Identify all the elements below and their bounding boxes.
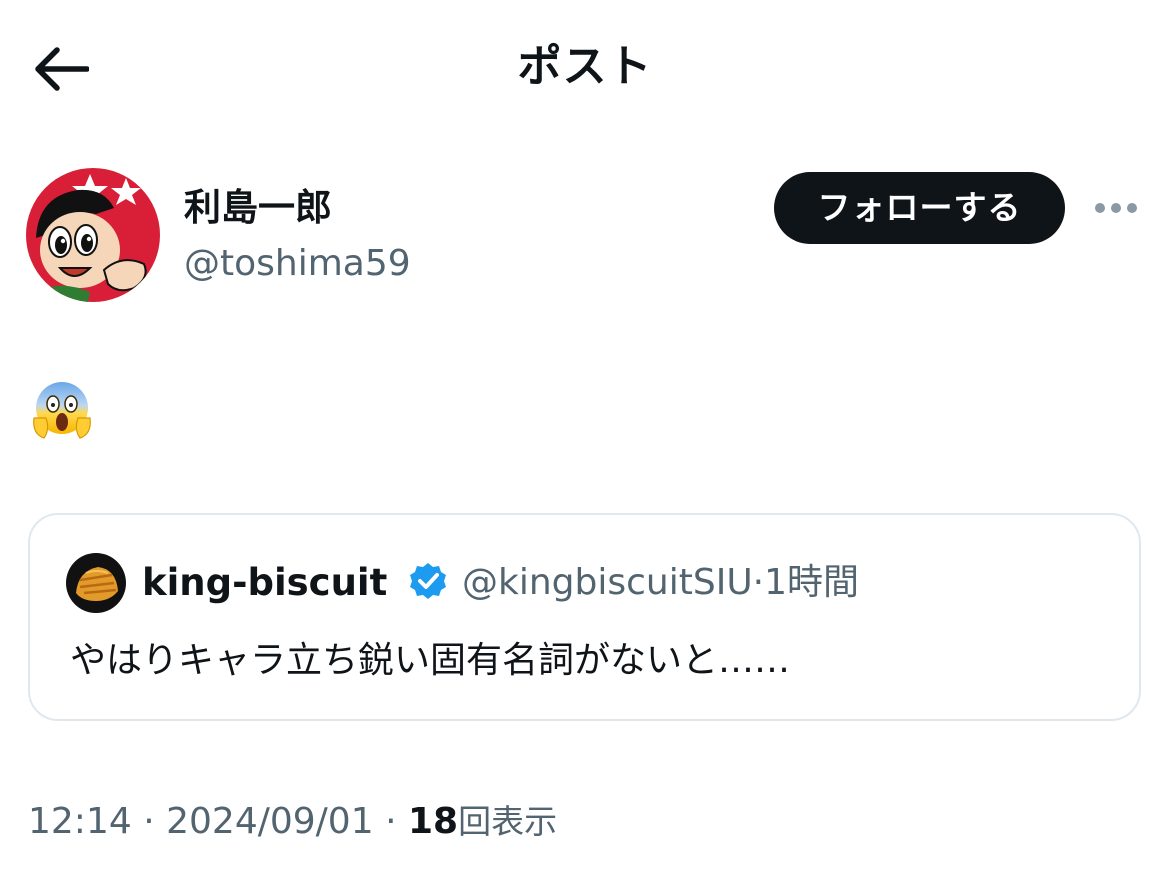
quoted-time: 1時間 — [764, 562, 860, 603]
views-label: 回表示 — [458, 802, 558, 841]
post-text-emoji — [30, 378, 94, 442]
post-time[interactable]: 12:14 — [28, 801, 132, 842]
views-count: 18 — [407, 801, 459, 842]
post-date[interactable]: 2024/09/01 — [166, 801, 374, 842]
quoted-avatar — [66, 553, 126, 613]
avatar-image — [26, 168, 160, 302]
quoted-handle: @kingbiscuitSIU — [462, 562, 753, 603]
avatar[interactable] — [26, 168, 160, 302]
quoted-avatar-image — [66, 553, 126, 613]
page-title: ポスト — [517, 41, 653, 92]
face-screaming-in-fear-emoji — [33, 382, 91, 439]
quoted-post-card[interactable]: king-biscuit @kingbiscuitSIU·1時間 やはりキャラ立… — [28, 513, 1141, 721]
author-handle[interactable]: @toshima59 — [184, 240, 411, 288]
quoted-meta: @kingbiscuitSIU·1時間 — [462, 557, 859, 609]
ellipsis-icon — [1095, 203, 1137, 213]
verified-badge-icon — [408, 561, 448, 601]
quoted-text: やはりキャラ立ち鋭い固有名詞がないと…… — [70, 640, 791, 681]
quoted-separator: · — [752, 562, 765, 603]
author-display-name[interactable]: 利島一郎 — [184, 184, 332, 232]
quoted-display-name: king-biscuit — [142, 561, 388, 604]
meta-separator: · — [143, 801, 155, 842]
meta-separator: · — [385, 801, 397, 842]
follow-button[interactable]: フォローする — [774, 172, 1065, 244]
post-meta: 12:14 · 2024/09/01 · 18回表示 — [28, 796, 557, 848]
more-options-button[interactable] — [1088, 188, 1144, 228]
